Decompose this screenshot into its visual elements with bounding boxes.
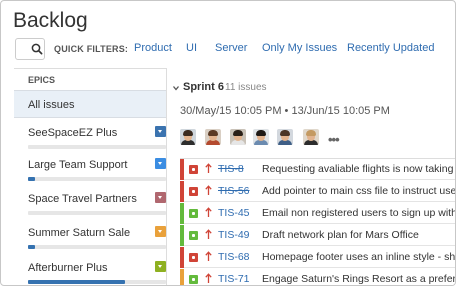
- epic-progress-bar: [28, 280, 166, 284]
- issue-type-icon: [189, 209, 198, 218]
- epic-dropdown-icon[interactable]: [155, 192, 166, 203]
- issue-summary: Draft network plan for Mars Office: [262, 229, 419, 241]
- issue-summary: Add pointer to main css file to instruct…: [262, 185, 456, 197]
- issue-stripe: [180, 203, 184, 224]
- epic-item[interactable]: Afterburner Plus: [28, 261, 166, 285]
- epic-item[interactable]: Summer Saturn Sale: [28, 226, 166, 255]
- quick-filter-only-my-issues[interactable]: Only My Issues: [262, 42, 337, 54]
- avatar-hair: [233, 130, 243, 136]
- avatar[interactable]: [205, 129, 221, 145]
- issue-summary: Requesting avaliable flights is now taki…: [262, 163, 455, 175]
- issue-summary: Homepage footer uses an inline style - s…: [262, 251, 456, 263]
- epic-name: Large Team Support: [28, 159, 128, 171]
- avatar[interactable]: [303, 129, 319, 145]
- issue-row[interactable]: TIS-71 Engage Saturn's Rings Resort as a…: [180, 269, 456, 285]
- epic-progress-fill: [28, 177, 35, 181]
- quick-filter-ui[interactable]: UI: [186, 42, 197, 54]
- issue-key[interactable]: TIS-68: [218, 251, 250, 263]
- issue-list: TIS-8 Requesting avaliable flights is no…: [180, 158, 456, 285]
- epic-dropdown-icon[interactable]: [155, 226, 166, 237]
- issue-key[interactable]: TIS-49: [218, 229, 250, 241]
- issue-stripe: [180, 225, 184, 246]
- issue-summary: Engage Saturn's Rings Resort as a prefer…: [262, 273, 456, 285]
- priority-up-icon: [205, 207, 212, 217]
- priority-up-icon: [205, 229, 212, 239]
- epic-dropdown-icon[interactable]: [155, 261, 166, 272]
- epic-progress-fill: [28, 245, 35, 249]
- all-issues-label: All issues: [28, 99, 75, 111]
- sprint-issue-count: 11 issues: [225, 82, 267, 93]
- issue-stripe: [180, 181, 184, 202]
- issue-stripe: [180, 247, 184, 268]
- epic-name: Space Travel Partners: [28, 193, 137, 205]
- epic-item[interactable]: Space Travel Partners: [28, 192, 166, 221]
- issue-type-icon: [189, 231, 198, 240]
- search-icon: [31, 43, 43, 55]
- app-window: Backlog QUICK FILTERS: Product UI Server…: [0, 0, 456, 286]
- epics-heading: EPICS: [28, 75, 56, 85]
- chevron-down-icon[interactable]: [173, 85, 179, 91]
- epics-panel: EPICS All issues SeeSpaceEZ Plus Large T…: [14, 68, 167, 285]
- priority-up-icon: [205, 163, 212, 173]
- quick-filter-server[interactable]: Server: [215, 42, 247, 54]
- issue-key[interactable]: TIS-8: [218, 163, 244, 175]
- priority-up-icon: [205, 251, 212, 261]
- epic-progress-bar: [28, 177, 166, 181]
- avatar[interactable]: [180, 129, 196, 145]
- avatar[interactable]: [253, 129, 269, 145]
- sprint-dates: 30/May/15 10:05 PM • 13/Jun/15 10:05 PM: [180, 105, 390, 117]
- page-title: Backlog: [13, 9, 88, 32]
- issue-stripe: [180, 159, 184, 180]
- issue-row[interactable]: TIS-68 Homepage footer uses an inline st…: [180, 247, 456, 268]
- issue-type-icon: [189, 253, 198, 262]
- epic-progress-bar: [28, 211, 166, 215]
- avatar-hair: [256, 130, 266, 136]
- epic-progress-bar: [28, 145, 166, 149]
- issue-type-icon: [189, 187, 198, 196]
- sprint-name: Sprint 6: [183, 81, 224, 93]
- epic-name: Afterburner Plus: [28, 262, 108, 274]
- all-issues-item[interactable]: All issues: [14, 90, 166, 118]
- priority-up-icon: [205, 185, 212, 195]
- epic-name: Summer Saturn Sale: [28, 227, 131, 239]
- epic-item[interactable]: Large Team Support: [28, 158, 166, 187]
- quick-filter-recently-updated[interactable]: Recently Updated: [347, 42, 434, 54]
- issue-row[interactable]: TIS-56 Add pointer to main css file to i…: [180, 181, 456, 202]
- avatar-hair: [306, 130, 316, 136]
- priority-up-icon: [205, 273, 212, 283]
- issue-key[interactable]: TIS-71: [218, 273, 250, 285]
- quick-filters-label: QUICK FILTERS:: [54, 44, 129, 54]
- epic-dropdown-icon[interactable]: [155, 126, 166, 137]
- quick-filter-product[interactable]: Product: [134, 42, 172, 54]
- issue-row[interactable]: TIS-8 Requesting avaliable flights is no…: [180, 159, 455, 180]
- more-icon[interactable]: •••: [328, 132, 340, 147]
- issue-row[interactable]: TIS-49 Draft network plan for Mars Offic…: [180, 225, 455, 246]
- issue-stripe: [180, 269, 184, 285]
- issue-type-icon: [189, 275, 198, 284]
- issue-summary: Email non registered users to sign up wi…: [262, 207, 456, 219]
- avatar-hair: [208, 130, 218, 136]
- issue-key[interactable]: TIS-56: [218, 185, 250, 197]
- avatar[interactable]: [277, 129, 293, 145]
- epic-progress-bar: [28, 245, 166, 249]
- issue-key[interactable]: TIS-45: [218, 207, 250, 219]
- avatar-hair: [280, 130, 290, 136]
- avatar[interactable]: [230, 129, 246, 145]
- epic-name: SeeSpaceEZ Plus: [28, 127, 118, 139]
- epic-item[interactable]: SeeSpaceEZ Plus: [28, 126, 166, 155]
- avatar-hair: [183, 130, 193, 136]
- issue-row[interactable]: TIS-45 Email non registered users to sig…: [180, 203, 456, 224]
- issue-type-icon: [189, 165, 198, 174]
- search-button[interactable]: [15, 38, 45, 60]
- epic-progress-fill: [28, 280, 125, 284]
- epic-dropdown-icon[interactable]: [155, 158, 166, 169]
